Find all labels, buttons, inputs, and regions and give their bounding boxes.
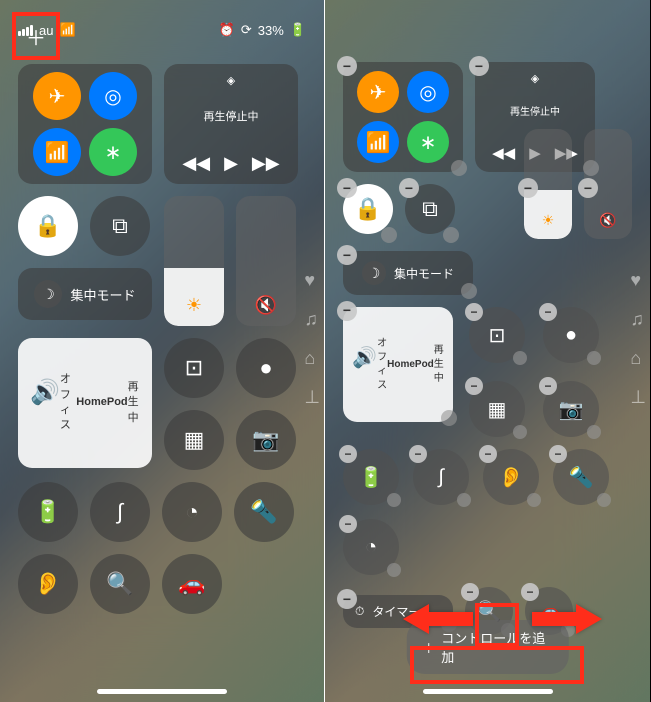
side-indicators: ♥ ♫ ⌂ ⊥ bbox=[630, 270, 646, 408]
remove-icon[interactable]: − bbox=[337, 301, 357, 321]
rewind-icon[interactable]: ◀◀ bbox=[182, 153, 210, 174]
record-icon[interactable]: −● bbox=[543, 307, 599, 363]
home-tile-edit[interactable]: − 🔊 オフィス HomePod 再生中 bbox=[343, 307, 453, 422]
connectivity-tile[interactable]: ✈ ◎ 📶 ∗ bbox=[18, 64, 152, 184]
home-tile[interactable]: 🔊 オフィス HomePod 再生中 bbox=[18, 338, 152, 468]
resize-handle[interactable] bbox=[381, 227, 397, 243]
airdrop-icon[interactable]: ◎ bbox=[407, 71, 449, 113]
remove-icon[interactable]: − bbox=[399, 178, 419, 198]
connectivity-tile-edit[interactable]: − ✈ ◎ 📶 ∗ bbox=[343, 62, 463, 172]
wifi-icon[interactable]: 📶 bbox=[357, 121, 399, 163]
remove-icon[interactable]: − bbox=[578, 178, 598, 198]
qr-icon[interactable]: ⊡ bbox=[164, 338, 224, 398]
camera-icon[interactable]: −📷 bbox=[543, 381, 599, 437]
screen-mirror-icon[interactable]: ⧉ bbox=[90, 196, 150, 256]
remove-icon[interactable]: − bbox=[518, 178, 538, 198]
brightness-icon: ☀ bbox=[186, 295, 202, 316]
hearing-icon[interactable]: −👂 bbox=[483, 449, 539, 505]
bluetooth-icon[interactable]: ∗ bbox=[407, 121, 449, 163]
shazam-icon[interactable]: ∫ bbox=[90, 482, 150, 542]
forward-icon[interactable]: ▶▶ bbox=[252, 153, 280, 174]
rotation-lock-icon[interactable]: 🔒 bbox=[18, 196, 78, 256]
remove-icon[interactable]: − bbox=[337, 245, 357, 265]
resize-handle[interactable] bbox=[451, 160, 467, 176]
calculator-icon[interactable]: −▦ bbox=[469, 381, 525, 437]
bluetooth-icon[interactable]: ∗ bbox=[89, 128, 137, 176]
home-indicator[interactable] bbox=[97, 689, 227, 694]
airplane-icon[interactable]: ✈ bbox=[33, 72, 81, 120]
hearing-icon[interactable]: 👂 bbox=[18, 554, 78, 614]
wifi-icon[interactable]: 📶 bbox=[33, 128, 81, 176]
media-status: 再生停止中 bbox=[204, 108, 259, 124]
resize-handle[interactable] bbox=[583, 160, 599, 176]
stopwatch-icon[interactable]: ◔ bbox=[162, 482, 222, 542]
moon-icon: ☽ bbox=[34, 280, 62, 308]
arrow-left-icon bbox=[403, 601, 473, 642]
focus-tile[interactable]: ☽ 集中モード bbox=[18, 268, 152, 320]
camera-icon[interactable]: 📷 bbox=[236, 410, 296, 470]
status-bar: au 📶 ⏰ ⟳ 33% 🔋 bbox=[18, 8, 306, 52]
record-icon[interactable]: ● bbox=[236, 338, 296, 398]
flashlight-icon[interactable]: 🔦 bbox=[234, 482, 294, 542]
airplay-icon[interactable]: ◈ bbox=[227, 74, 235, 87]
brightness-slider[interactable]: ☀ bbox=[164, 196, 224, 326]
remove-icon[interactable]: − bbox=[337, 56, 357, 76]
home-indicator[interactable] bbox=[423, 689, 553, 694]
qr-icon[interactable]: −⊡ bbox=[469, 307, 525, 363]
resize-handle[interactable] bbox=[441, 410, 457, 426]
airdrop-icon[interactable]: ◎ bbox=[89, 72, 137, 120]
remove-icon[interactable]: − bbox=[337, 178, 357, 198]
play-icon[interactable]: ▶ bbox=[224, 153, 238, 174]
airplane-icon[interactable]: ✈ bbox=[357, 71, 399, 113]
flashlight-icon[interactable]: −🔦 bbox=[553, 449, 609, 505]
battery-icon[interactable]: 🔋 bbox=[18, 482, 78, 542]
resize-handle[interactable] bbox=[461, 283, 477, 299]
shazam-icon[interactable]: −∫ bbox=[413, 449, 469, 505]
side-indicators: ♥ ♫ ⌂ ⊥ bbox=[304, 270, 320, 408]
arrow-right-icon bbox=[532, 601, 602, 642]
mute-icon: 🔇 bbox=[255, 295, 277, 316]
calculator-icon[interactable]: ▦ bbox=[164, 410, 224, 470]
battery-icon[interactable]: −🔋 bbox=[343, 449, 399, 505]
volume-slider[interactable]: 🔇 bbox=[236, 196, 296, 326]
resize-handle[interactable] bbox=[443, 227, 459, 243]
stopwatch-icon[interactable]: −◔ bbox=[343, 519, 399, 575]
car-icon[interactable]: 🚗 bbox=[162, 554, 222, 614]
media-tile[interactable]: ◈ 再生停止中 ◀◀ ▶ ▶▶ bbox=[164, 64, 298, 184]
focus-tile-edit[interactable]: − ☽ 集中モード bbox=[343, 251, 473, 295]
remove-icon[interactable]: − bbox=[469, 56, 489, 76]
magnifier-icon[interactable]: 🔍 bbox=[90, 554, 150, 614]
